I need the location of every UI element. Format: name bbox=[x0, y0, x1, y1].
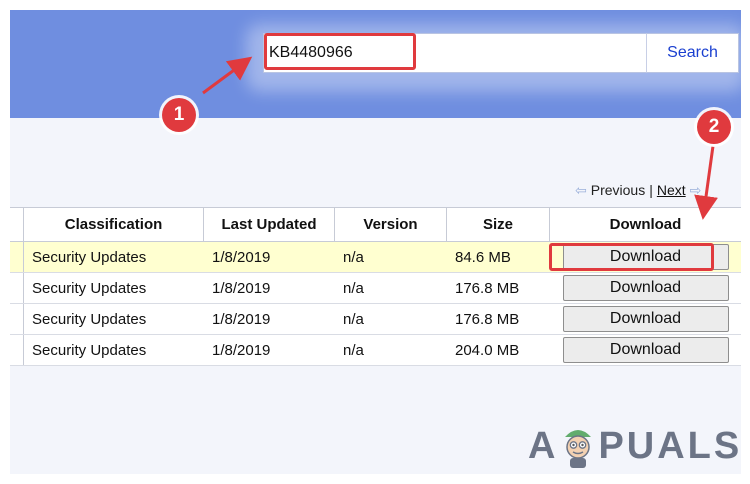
row-stub bbox=[10, 304, 24, 334]
step-1-badge: 1 bbox=[162, 98, 196, 132]
watermark-text-left: A bbox=[528, 424, 559, 467]
cell-version: n/a bbox=[343, 279, 364, 297]
pager: ⇦ Previous | Next ⇨ bbox=[575, 179, 701, 201]
cell-version: n/a bbox=[343, 248, 364, 266]
header-classification[interactable]: Classification bbox=[24, 208, 204, 241]
cell-size: 176.8 MB bbox=[455, 279, 520, 297]
appuals-watermark: A PUALS bbox=[528, 422, 741, 470]
row-stub bbox=[10, 242, 24, 272]
header-version[interactable]: Version bbox=[335, 208, 447, 241]
cell-classification: Security Updates bbox=[32, 341, 147, 359]
next-link[interactable]: Next bbox=[657, 182, 686, 198]
cell-last-updated: 1/8/2019 bbox=[212, 248, 271, 266]
search-highlight-box bbox=[264, 33, 416, 70]
cell-size: 204.0 MB bbox=[455, 341, 520, 359]
download-highlight-box bbox=[549, 243, 714, 271]
download-button[interactable]: Download bbox=[562, 337, 729, 363]
cell-last-updated: 1/8/2019 bbox=[212, 310, 271, 328]
cell-classification: Security Updates bbox=[32, 279, 147, 297]
next-arrow-icon: ⇨ bbox=[689, 181, 702, 198]
watermark-text-right: PUALS bbox=[598, 424, 741, 467]
row-stub bbox=[10, 335, 24, 365]
table-header: Classification Last Updated Version Size… bbox=[10, 207, 741, 242]
pager-separator: | bbox=[649, 182, 653, 198]
catalog-page: Search ⇦ Previous | Next ⇨ Classificatio… bbox=[10, 10, 741, 474]
header-title-stub bbox=[10, 208, 24, 241]
search-button[interactable]: Search bbox=[646, 33, 739, 73]
cell-download: Download bbox=[550, 335, 741, 365]
cell-size: 176.8 MB bbox=[455, 310, 520, 328]
header-last-updated[interactable]: Last Updated bbox=[204, 208, 335, 241]
updates-table: Classification Last Updated Version Size… bbox=[10, 207, 741, 366]
cell-size: 84.6 MB bbox=[455, 248, 511, 266]
mascot-icon bbox=[565, 430, 592, 468]
cell-last-updated: 1/8/2019 bbox=[212, 341, 271, 359]
cell-download: Download bbox=[550, 273, 741, 303]
cell-last-updated: 1/8/2019 bbox=[212, 279, 271, 297]
download-button[interactable]: Download bbox=[562, 306, 729, 332]
previous-label: Previous bbox=[590, 182, 646, 198]
table-row[interactable]: Security Updates 1/8/2019 n/a 176.8 MB D… bbox=[10, 304, 741, 335]
previous-arrow-icon: ⇦ bbox=[575, 181, 587, 198]
table-row[interactable]: Security Updates 1/8/2019 n/a 204.0 MB D… bbox=[10, 335, 741, 366]
cell-classification: Security Updates bbox=[32, 248, 147, 266]
cell-version: n/a bbox=[343, 310, 364, 328]
cell-classification: Security Updates bbox=[32, 310, 147, 328]
header-download: Download bbox=[609, 216, 682, 233]
download-button[interactable]: Download bbox=[562, 275, 729, 301]
table-row[interactable]: Security Updates 1/8/2019 n/a 176.8 MB D… bbox=[10, 273, 741, 304]
cell-version: n/a bbox=[343, 341, 364, 359]
row-stub bbox=[10, 273, 24, 303]
cell-download: Download bbox=[550, 304, 741, 334]
step-2-badge: 2 bbox=[697, 110, 731, 144]
header-size[interactable]: Size bbox=[447, 208, 550, 241]
